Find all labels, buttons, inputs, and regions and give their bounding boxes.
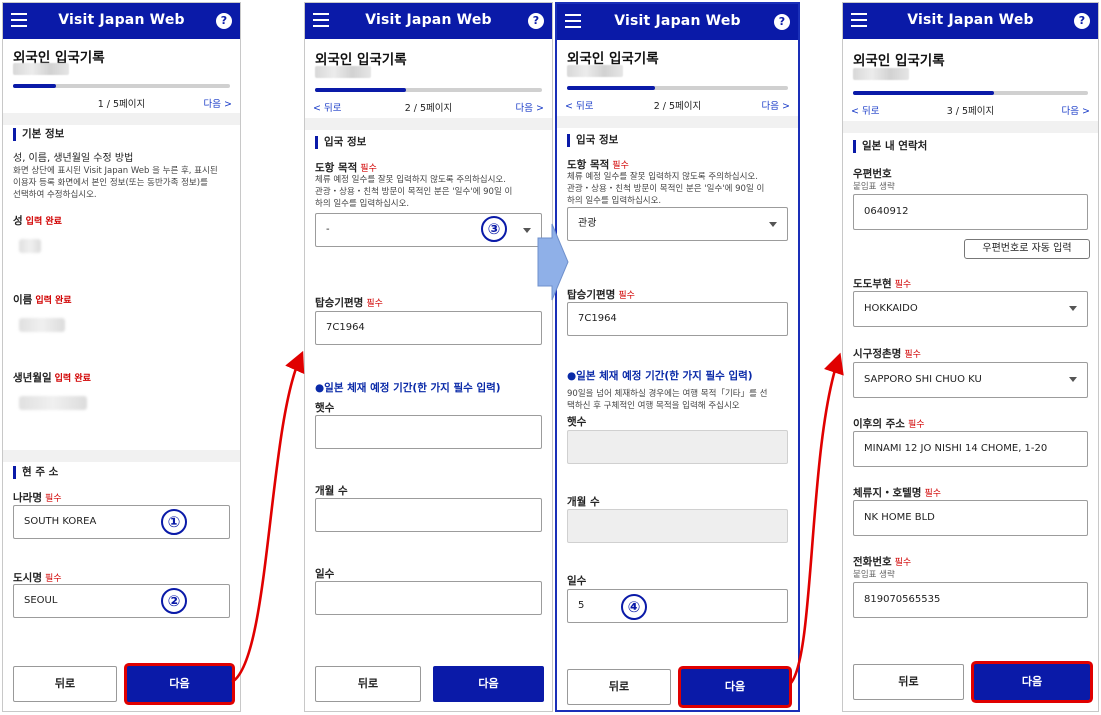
arrow-to-step-3 xyxy=(789,352,844,685)
flow-arrows xyxy=(231,223,844,685)
arrow-step-2-to-filled xyxy=(537,223,569,301)
arrow-to-step-2 xyxy=(231,350,305,684)
